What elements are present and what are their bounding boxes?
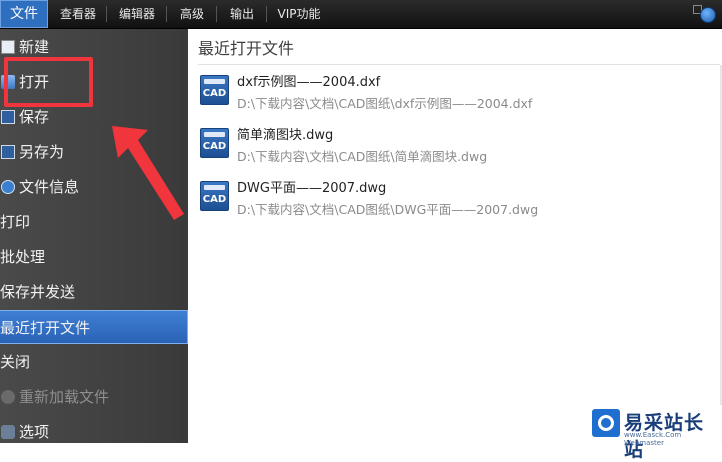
save-icon [1, 110, 15, 124]
menu-save-as-label: 另存为 [19, 143, 65, 161]
menu-bar: 文件 查看器 编辑器 高级 输出 VIP功能 [0, 0, 722, 29]
menu-batch[interactable]: 批处理 [0, 240, 188, 274]
watermark-logo-icon [592, 409, 620, 437]
save-as-icon [1, 145, 15, 159]
file-name: 简单滴图块.dwg [237, 128, 334, 143]
recent-file-item[interactable]: CAD dxf示例图——2004.dxf D:\下载内容\文档\CAD图纸\dx… [200, 69, 710, 119]
menu-save-and-send[interactable]: 保存并发送 [0, 275, 188, 309]
help-icon[interactable] [700, 7, 716, 23]
recent-files-panel: 最近打开文件 CAD dxf示例图——2004.dxf D:\下载内容\文档\C… [188, 29, 722, 443]
cad-icon-label: CAD [202, 194, 227, 205]
info-icon [1, 180, 15, 194]
title-divider [198, 64, 720, 65]
menu-recent-files-label: 最近打开文件 [0, 319, 91, 337]
page-title: 最近打开文件 [198, 39, 295, 58]
highlight-box [4, 57, 93, 107]
menu-separator [266, 6, 267, 22]
file-path: D:\下载内容\文档\CAD图纸\简单滴图块.dwg [237, 149, 488, 164]
menu-batch-label: 批处理 [0, 248, 46, 266]
cad-file-icon: CAD [200, 181, 229, 211]
menu-editor[interactable]: 编辑器 [110, 0, 164, 28]
cad-icon-label: CAD [202, 88, 227, 99]
menu-file-info-label: 文件信息 [19, 178, 80, 196]
cad-file-icon: CAD [200, 128, 229, 158]
recent-file-item[interactable]: CAD DWG平面——2007.dwg D:\下载内容\文档\CAD图纸\DWG… [200, 175, 710, 225]
menu-options[interactable]: 选项 [0, 415, 188, 449]
cad-icon-label: CAD [202, 141, 227, 152]
file-name: dxf示例图——2004.dxf [237, 75, 381, 90]
file-path: D:\下载内容\文档\CAD图纸\DWG平面——2007.dwg [237, 202, 539, 217]
menu-advanced[interactable]: 高级 [170, 0, 214, 28]
options-icon [1, 425, 15, 439]
menu-close[interactable]: 关闭 [0, 345, 188, 379]
file-path: D:\下载内容\文档\CAD图纸\dxf示例图——2004.dxf [237, 96, 533, 111]
menu-reload-label: 重新加载文件 [19, 388, 110, 406]
menu-vip[interactable]: VIP功能 [270, 0, 328, 28]
menu-output[interactable]: 输出 [220, 0, 264, 28]
menu-reload: 重新加载文件 [0, 380, 188, 414]
menu-separator [216, 6, 217, 22]
menu-close-label: 关闭 [0, 353, 31, 371]
menu-recent-files[interactable]: 最近打开文件 [0, 310, 188, 344]
recent-file-item[interactable]: CAD 简单滴图块.dwg D:\下载内容\文档\CAD图纸\简单滴图块.dwg [200, 122, 710, 172]
menu-separator [166, 6, 167, 22]
watermark-subtext: www.Easck.Com Webmaster [624, 431, 682, 447]
menu-print-label: 打印 [0, 213, 31, 231]
watermark: 易采站长站 www.Easck.Com Webmaster [588, 405, 722, 461]
file-name: DWG平面——2007.dwg [237, 181, 387, 196]
menu-separator [106, 6, 107, 22]
menu-options-label: 选项 [19, 423, 50, 441]
menu-file[interactable]: 文件 [0, 0, 48, 28]
menu-viewer[interactable]: 查看器 [52, 0, 104, 28]
reload-icon [1, 390, 15, 404]
cad-file-icon: CAD [200, 75, 229, 105]
menu-save-and-send-label: 保存并发送 [0, 283, 76, 301]
annotation-arrow [112, 126, 184, 220]
new-file-icon [1, 40, 15, 54]
